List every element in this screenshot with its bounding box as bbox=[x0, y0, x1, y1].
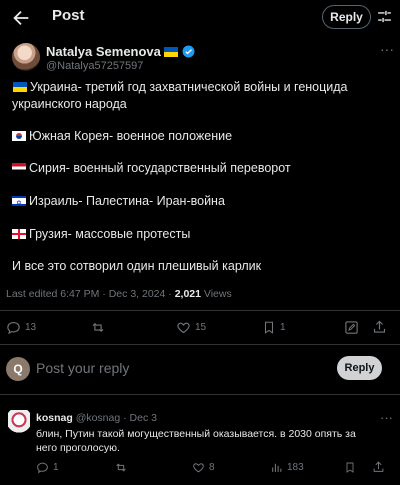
comment-views-action[interactable]: 183 bbox=[270, 461, 304, 474]
israel-flag-icon bbox=[12, 195, 26, 212]
like-count: 15 bbox=[195, 322, 207, 333]
comment-bookmark-action[interactable] bbox=[344, 461, 356, 474]
comment-more-icon[interactable]: ··· bbox=[380, 410, 393, 425]
divider bbox=[0, 394, 400, 395]
author-handle[interactable]: @Natalya57257597 bbox=[46, 60, 143, 72]
reply-input[interactable]: Post your reply bbox=[36, 360, 129, 376]
bookmark-count: 1 bbox=[280, 322, 286, 333]
verified-icon bbox=[182, 45, 195, 58]
reply-submit-button[interactable]: Reply bbox=[337, 356, 382, 380]
south-korea-flag-icon bbox=[12, 131, 26, 141]
post-text: Грузия- массовые протесты bbox=[29, 227, 191, 241]
retweet-action[interactable] bbox=[90, 320, 106, 335]
post-line-ukraine: Украина- третий год захватнической войны… bbox=[12, 79, 392, 113]
comment-retweet-action[interactable] bbox=[114, 461, 128, 474]
edit-action[interactable] bbox=[344, 320, 359, 335]
post-text: Израиль- Палестина- Иран-война bbox=[29, 194, 225, 208]
share-action[interactable] bbox=[372, 319, 387, 335]
share-icon bbox=[372, 319, 387, 335]
post-line-syria: Сирия- военный государственный переворот bbox=[12, 160, 392, 177]
post-line-israel: Израиль- Палестина- Иран-война bbox=[12, 193, 392, 212]
bookmark-icon bbox=[262, 320, 276, 335]
bookmark-action[interactable]: 1 bbox=[262, 320, 286, 335]
comment-author-handle[interactable]: @kosnag · Dec 3 bbox=[76, 412, 157, 424]
divider bbox=[0, 310, 400, 311]
back-arrow-icon[interactable] bbox=[10, 7, 32, 29]
post-text: Украина- третий год захватнической войны… bbox=[12, 80, 348, 111]
post-text: Южная Корея- военное положение bbox=[29, 129, 233, 143]
reply-icon bbox=[6, 320, 21, 335]
edited-timestamp[interactable]: Last edited 6:47 PM · Dec 3, 2024 · bbox=[6, 288, 175, 300]
comment-share-action[interactable] bbox=[372, 460, 385, 474]
georgia-flag-icon bbox=[12, 229, 26, 239]
ukraine-flag-icon bbox=[163, 46, 178, 57]
divider bbox=[0, 344, 400, 345]
post-meta: Last edited 6:47 PM · Dec 3, 2024 · 2,02… bbox=[6, 288, 232, 300]
comment-like-action[interactable]: 8 bbox=[192, 461, 215, 474]
tune-icon[interactable] bbox=[376, 8, 393, 25]
post-line-final: И все это сотворил один плешивый карлик bbox=[12, 258, 392, 275]
page-title: Post bbox=[52, 7, 85, 24]
post-text: Сирия- военный государственный переворот bbox=[29, 161, 291, 175]
comment-views-count: 183 bbox=[287, 462, 304, 473]
views-icon bbox=[270, 461, 283, 474]
reply-icon bbox=[36, 461, 49, 474]
views-count: 2,021 bbox=[174, 288, 201, 300]
comment-header: kosnag @kosnag · Dec 3 bbox=[36, 412, 157, 424]
comment-reply-count: 1 bbox=[53, 462, 59, 473]
comment-text: блин, Путин такой могущественный оказыва… bbox=[36, 428, 356, 454]
more-icon[interactable]: ··· bbox=[380, 41, 394, 57]
comment-author-name[interactable]: kosnag bbox=[36, 412, 73, 424]
author-name[interactable]: Natalya Semenova bbox=[46, 44, 161, 59]
reply-count: 13 bbox=[25, 322, 37, 333]
comment-avatar[interactable] bbox=[8, 410, 30, 438]
author-avatar[interactable] bbox=[12, 43, 40, 71]
comment-like-count: 8 bbox=[209, 462, 215, 473]
post-line-korea: Южная Корея- военное положение bbox=[12, 128, 392, 145]
edit-icon bbox=[344, 320, 359, 335]
reply-header-button[interactable]: Reply bbox=[322, 5, 371, 29]
ukraine-flag-icon bbox=[13, 82, 27, 92]
heart-icon bbox=[192, 461, 205, 474]
retweet-icon bbox=[90, 320, 106, 335]
like-action[interactable]: 15 bbox=[176, 320, 206, 335]
bookmark-icon bbox=[344, 461, 356, 474]
share-icon bbox=[372, 460, 385, 474]
comment-reply-action[interactable]: 1 bbox=[36, 461, 59, 474]
post-line-georgia: Грузия- массовые протесты bbox=[12, 226, 392, 243]
syria-flag-icon bbox=[12, 163, 26, 173]
top-bar: Post Reply bbox=[0, 0, 400, 36]
views-label: Views bbox=[200, 288, 232, 300]
reply-action[interactable]: 13 bbox=[6, 320, 36, 335]
post-text: И все это сотворил один плешивый карлик bbox=[12, 259, 262, 273]
heart-icon bbox=[176, 320, 191, 335]
my-avatar[interactable]: Q bbox=[6, 357, 30, 381]
retweet-icon bbox=[114, 461, 128, 474]
author-name-row[interactable]: Natalya Semenova bbox=[46, 44, 195, 59]
